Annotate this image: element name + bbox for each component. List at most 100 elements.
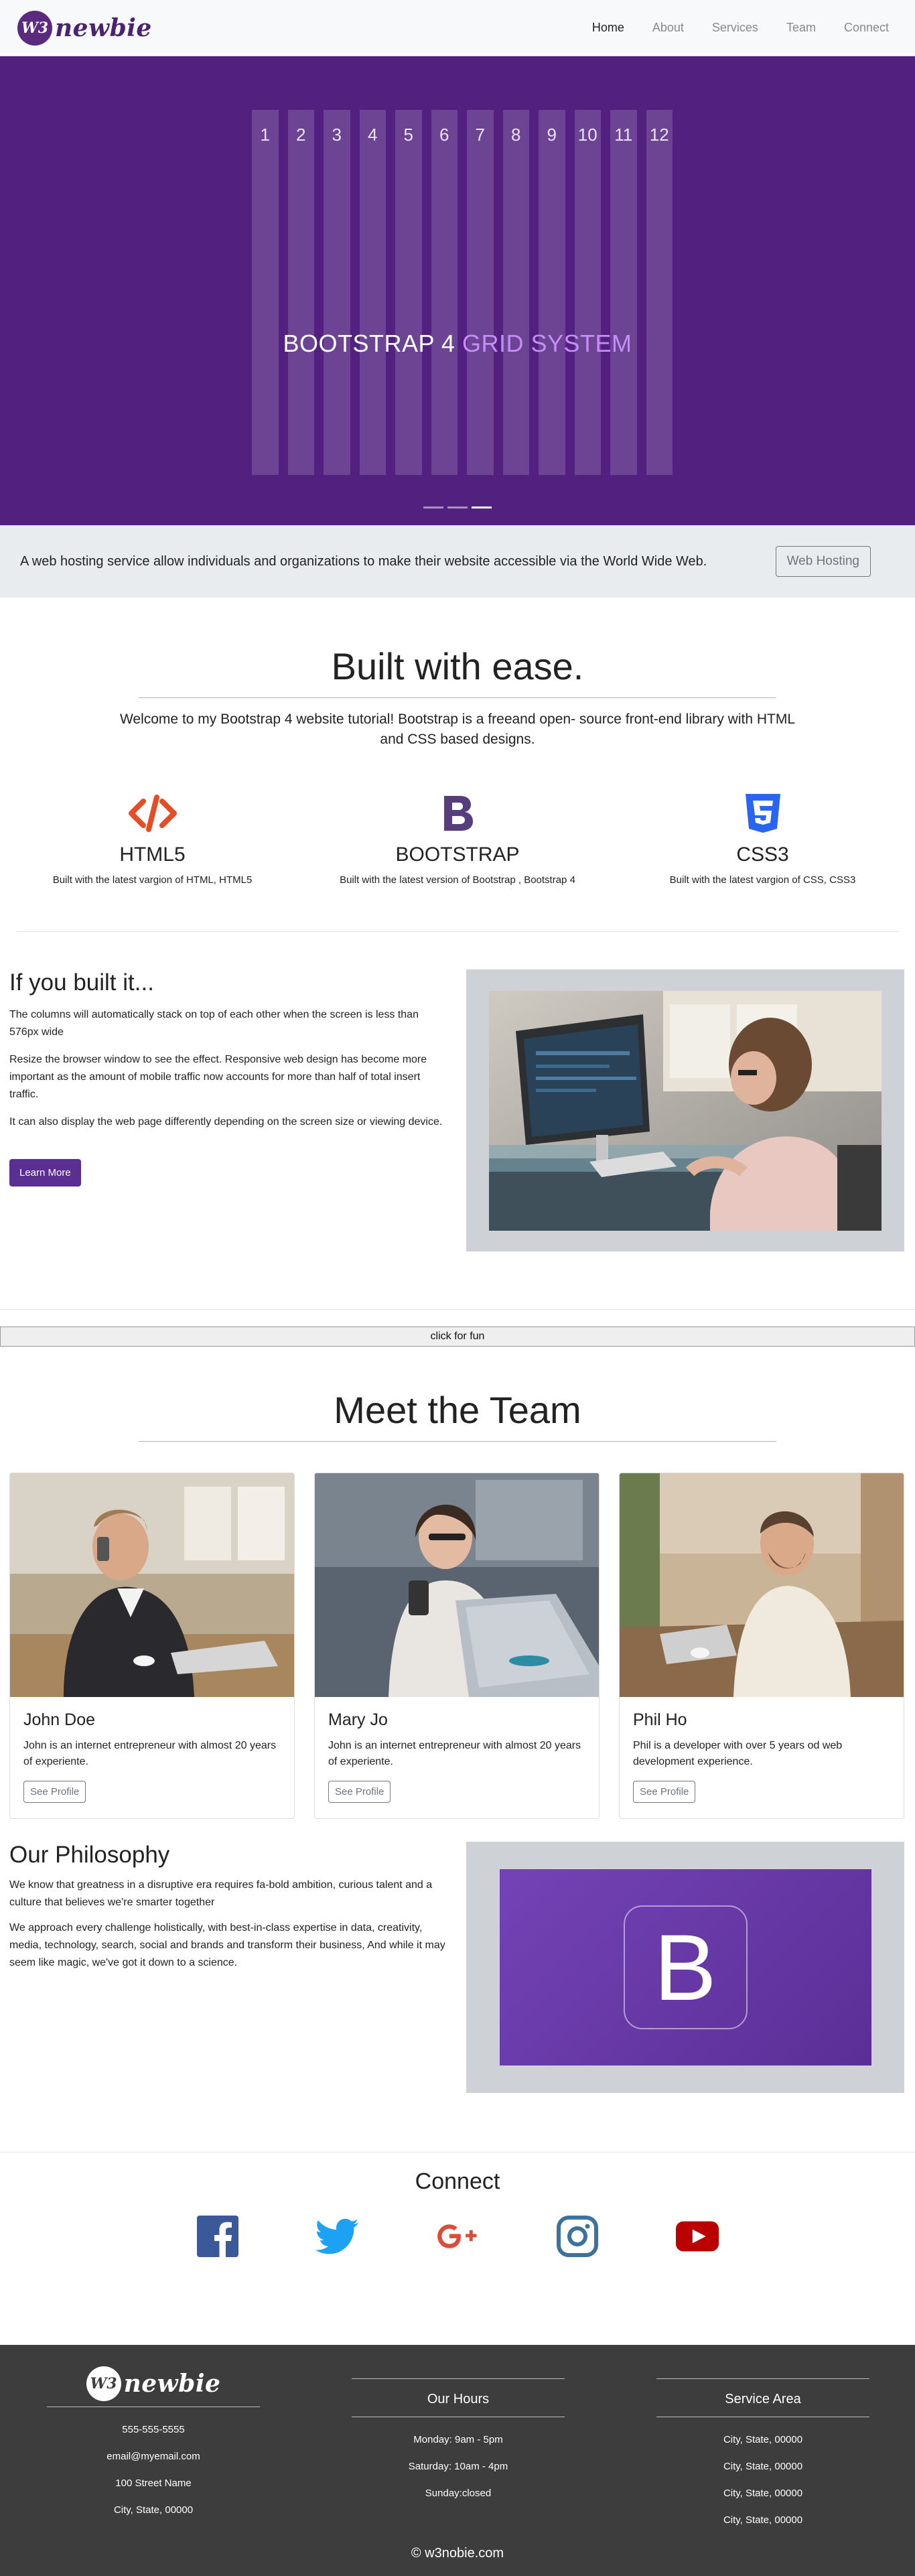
youtube-icon[interactable] (676, 2215, 719, 2258)
feature-text: Built with the latest vargion of CSS, CS… (669, 874, 856, 886)
carousel-indicators (423, 506, 492, 509)
feature-text: Built with the latest vargion of HTML, H… (52, 874, 253, 886)
grid-column: 11 (610, 110, 637, 475)
feature-html5: HTML5 Built with the latest vargion of H… (0, 790, 305, 886)
web-hosting-button[interactable]: Web Hosting (775, 546, 871, 577)
footer-contact: W3 newbie 555-555-5555 email@myemail.com… (47, 2365, 260, 2534)
logo-text: newbie (123, 2370, 221, 2398)
footer-logo[interactable]: W3 newbie (47, 2365, 260, 2402)
carousel-indicator-3[interactable] (472, 506, 492, 509)
facebook-icon[interactable] (196, 2215, 239, 2258)
grid-column: 5 (395, 110, 422, 475)
brand-logo[interactable]: W3 newbie (17, 10, 152, 46)
see-profile-button[interactable]: See Profile (23, 1781, 86, 1803)
woman-at-computer-photo (489, 990, 882, 1231)
team-cards: John Doe John is an internet entrepreneu… (0, 1442, 915, 1819)
footer-hours-title: Our Hours (427, 2392, 490, 2406)
philosophy-text: Our Philosophy We know that greatness in… (9, 1842, 448, 2093)
footer-hours: Our Hours Monday: 9am - 5pm Saturday: 10… (352, 2365, 565, 2534)
card-body: Phil Ho Phil is a developer with over 5 … (620, 1697, 904, 1818)
nav-about[interactable]: About (638, 21, 698, 35)
footer-service-area: Service Area City, State, 00000 City, St… (656, 2365, 869, 2534)
feature-bootstrap: BOOTSTRAP Built with the latest version … (305, 790, 610, 886)
philosophy-image-frame: B (466, 1842, 904, 2093)
card-body: Mary Jo John is an internet entrepreneur… (315, 1697, 599, 1818)
feature-text: Built with the latest version of Bootstr… (340, 874, 575, 886)
footer-columns: W3 newbie 555-555-5555 email@myemail.com… (0, 2345, 915, 2534)
card-body: John Doe John is an internet entrepreneu… (10, 1697, 294, 1818)
nav-team[interactable]: Team (772, 21, 830, 35)
click-for-fun-button[interactable]: click for fun (0, 1327, 915, 1347)
connect-title: Connect (415, 2169, 500, 2194)
john-doe-photo (10, 1473, 294, 1697)
logo-badge: W3 (86, 2366, 121, 2401)
connect-section: Connect (0, 2153, 915, 2258)
see-profile-button[interactable]: See Profile (633, 1781, 696, 1803)
html5-icon (0, 790, 305, 837)
hero-carousel: 1 2 3 4 5 6 7 8 9 10 11 12 BOOTSTRAP 4 G… (0, 56, 915, 525)
copyright: © w3nobie.com (411, 2546, 504, 2561)
team-section: Meet the Team (0, 1347, 915, 1442)
member-bio: John is an internet entrepreneur with al… (328, 1740, 581, 1767)
built-section: If you built it... The columns will auto… (0, 932, 915, 1251)
footer-city: City, State, 00000 (113, 2504, 194, 2516)
navbar: W3 newbie Home About Services Team Conne… (0, 0, 915, 56)
built-p2: Resize the browser window to see the eff… (9, 1054, 427, 1100)
bootstrap-logo-icon: B (623, 1905, 748, 2029)
footer-area-line: City, State, 00000 (723, 2434, 803, 2445)
footer-email[interactable]: email@myemail.com (47, 2443, 260, 2470)
welcome-title: Built with ease. (331, 645, 584, 687)
logo-badge: W3 (17, 10, 52, 46)
member-bio: John is an internet entrepreneur with al… (23, 1740, 277, 1767)
instagram-icon[interactable] (556, 2215, 599, 2258)
nav-services[interactable]: Services (698, 21, 772, 35)
hero-title-accent: GRID SYSTEM (462, 330, 632, 357)
philosophy-section: Our Philosophy We know that greatness in… (0, 1819, 915, 2093)
nav-home[interactable]: Home (578, 21, 638, 35)
nav-connect[interactable]: Connect (830, 21, 903, 35)
feature-title: BOOTSTRAP (395, 843, 520, 866)
hosting-text: A web hosting service allow individuals … (20, 554, 707, 569)
grid-columns: 1 2 3 4 5 6 7 8 9 10 11 12 (252, 110, 673, 475)
built-title: If you built it... (9, 969, 154, 996)
footer-area-title: Service Area (725, 2392, 801, 2406)
team-card-john: John Doe John is an internet entrepreneu… (9, 1473, 295, 1819)
footer-phone: 555-555-5555 (122, 2424, 185, 2435)
learn-more-button[interactable]: Learn More (9, 1159, 81, 1187)
grid-column: 10 (574, 110, 601, 475)
carousel-indicator-1[interactable] (423, 506, 443, 509)
philosophy-p2: We approach every challenge holistically… (9, 1922, 445, 1968)
carousel-indicator-2[interactable] (447, 506, 468, 509)
footer-divider (47, 2406, 260, 2407)
built-image-frame (466, 969, 904, 1251)
social-icons (0, 2215, 915, 2258)
footer-hours-line: Saturday: 10am - 4pm (408, 2461, 508, 2472)
member-name: Mary Jo (328, 1710, 388, 1729)
member-name: Phil Ho (633, 1710, 687, 1729)
footer-area-line: City, State, 00000 (723, 2461, 803, 2472)
bootstrap-icon (305, 790, 610, 837)
section-divider (0, 1309, 915, 1310)
philosophy-title: Our Philosophy (9, 1842, 170, 1868)
see-profile-button[interactable]: See Profile (328, 1781, 391, 1803)
divider (139, 697, 776, 698)
footer-area-line: City, State, 00000 (723, 2514, 803, 2526)
features: HTML5 Built with the latest vargion of H… (0, 750, 915, 886)
built-p1: The columns will automatically stack on … (9, 1009, 419, 1038)
mary-jo-photo (315, 1473, 599, 1697)
grid-column: 6 (431, 110, 458, 475)
twitter-icon[interactable] (316, 2215, 359, 2258)
built-p3: It can also display the web page differe… (9, 1116, 443, 1128)
google-plus-icon[interactable] (436, 2215, 479, 2258)
hosting-banner: A web hosting service allow individuals … (0, 525, 915, 598)
grid-column: 12 (646, 110, 673, 475)
welcome-text: Welcome to my Bootstrap 4 website tutori… (119, 711, 796, 747)
footer-street: 100 Street Name (115, 2478, 192, 2489)
hero-title: BOOTSTRAP 4 GRID SYSTEM (0, 330, 915, 358)
bootstrap-logo-panel: B (499, 1869, 871, 2065)
nav-links: Home About Services Team Connect (578, 21, 903, 35)
philosophy-p1: We know that greatness in a disruptive e… (9, 1879, 433, 1908)
welcome-section: Built with ease. Welcome to my Bootstrap… (0, 598, 915, 750)
built-text: If you built it... The columns will auto… (9, 969, 448, 1251)
grid-column: 9 (539, 110, 565, 475)
